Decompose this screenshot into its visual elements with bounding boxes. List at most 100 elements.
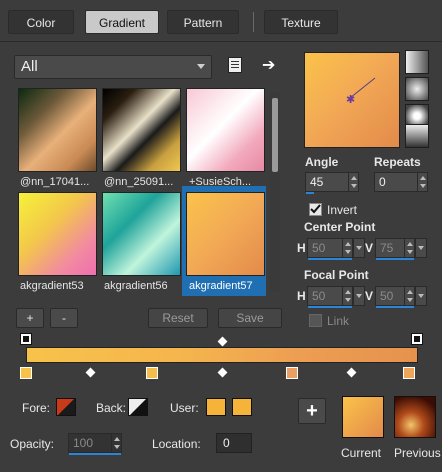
focal-v-dropdown[interactable] xyxy=(415,286,427,306)
back-label: Back: xyxy=(96,401,127,415)
location-label: Location: xyxy=(152,437,201,451)
center-h-label: H xyxy=(297,241,306,255)
location-field[interactable]: 0 xyxy=(216,433,252,453)
color-midpoint-marker[interactable] xyxy=(346,367,357,378)
tab-divider xyxy=(253,12,254,32)
gradient-thumb-3[interactable] xyxy=(186,88,265,172)
spinner-arrows-icon[interactable] xyxy=(404,239,414,257)
opacity-stop-end[interactable] xyxy=(411,333,423,345)
center-v-value: 75 xyxy=(380,241,394,255)
focal-v-value: 50 xyxy=(380,289,394,303)
focal-v-slider[interactable] xyxy=(376,306,414,308)
gradient-editor-bar[interactable] xyxy=(26,347,418,363)
color-stop[interactable] xyxy=(403,367,415,379)
center-h-dropdown[interactable] xyxy=(353,238,365,258)
center-v-dropdown[interactable] xyxy=(415,238,427,258)
repeats-label: Repeats xyxy=(374,155,421,169)
current-swatch xyxy=(342,396,384,438)
invert-checkbox[interactable] xyxy=(309,203,322,216)
center-h-slider[interactable] xyxy=(308,258,352,260)
previous-label: Previous xyxy=(394,446,441,460)
linear-shape-button[interactable] xyxy=(405,50,429,74)
focal-v-field[interactable]: 50 xyxy=(375,286,415,308)
center-v-label: V xyxy=(365,241,374,255)
gradient-thumb-1[interactable] xyxy=(18,88,97,172)
gradient-thumb-4[interactable] xyxy=(18,192,97,276)
angle-field[interactable]: 45 xyxy=(305,172,359,194)
link-checkbox[interactable] xyxy=(309,314,322,327)
gallery-scrollbar-thumb[interactable] xyxy=(272,98,278,172)
category-dropdown-value: All xyxy=(21,58,38,75)
color-stop[interactable] xyxy=(286,367,298,379)
tab-color[interactable]: Color xyxy=(8,10,74,34)
focal-h-slider[interactable] xyxy=(308,306,352,308)
previous-swatch xyxy=(394,396,436,438)
back-swatch[interactable] xyxy=(128,398,148,416)
center-h-value: 50 xyxy=(312,241,326,255)
opacity-label: Opacity: xyxy=(10,437,55,451)
reset-button[interactable]: Reset xyxy=(148,308,208,328)
checkmark-icon xyxy=(310,204,321,214)
fore-swatch[interactable] xyxy=(56,398,76,416)
save-button[interactable]: Save xyxy=(218,308,282,328)
spinner-arrows-icon[interactable] xyxy=(342,287,352,305)
focal-v-label: V xyxy=(365,289,374,303)
repeats-field[interactable]: 0 xyxy=(374,172,428,192)
current-label: Current xyxy=(341,446,382,460)
chevron-down-icon xyxy=(197,64,205,69)
center-h-field[interactable]: 50 xyxy=(307,238,353,260)
user-label: User: xyxy=(170,401,199,415)
center-v-field[interactable]: 75 xyxy=(375,238,415,260)
svg-text:✱: ✱ xyxy=(346,93,355,106)
fore-label: Fore: xyxy=(22,401,51,415)
invert-label: Invert xyxy=(327,203,358,217)
repeats-value: 0 xyxy=(379,175,386,189)
center-v-slider[interactable] xyxy=(376,258,414,260)
spinner-arrows-icon[interactable] xyxy=(342,239,352,257)
color-stop[interactable] xyxy=(20,367,32,379)
angle-slider-bar[interactable] xyxy=(306,192,314,194)
gradient-thumb-label: akgradient56 xyxy=(104,280,168,292)
radial-shape-button[interactable] xyxy=(405,124,429,148)
opacity-field[interactable]: 100 xyxy=(68,433,122,455)
gradient-thumb-label: akgradient57 xyxy=(189,280,253,292)
angle-value: 45 xyxy=(310,175,324,189)
remove-gradient-button[interactable]: - xyxy=(50,308,78,328)
spinner-arrows-icon[interactable] xyxy=(404,287,414,305)
angle-handle-icon: ✱ xyxy=(346,77,376,106)
opacity-stop-start[interactable] xyxy=(20,333,32,345)
tab-gradient[interactable]: Gradient xyxy=(85,10,159,34)
spinner-arrows-icon[interactable] xyxy=(348,173,358,191)
focal-point-label: Focal Point xyxy=(304,268,369,282)
spinner-arrows-icon[interactable] xyxy=(111,434,121,452)
tab-texture[interactable]: Texture xyxy=(264,10,338,34)
opacity-midpoint-marker[interactable] xyxy=(217,336,228,347)
color-midpoint-marker[interactable] xyxy=(217,367,228,378)
library-icon[interactable] xyxy=(228,57,242,73)
add-stop-button[interactable]: + xyxy=(298,398,326,424)
add-gradient-button[interactable]: + xyxy=(16,308,44,328)
user-swatch-2[interactable] xyxy=(232,398,252,416)
category-dropdown[interactable]: All xyxy=(14,55,212,79)
opacity-slider[interactable] xyxy=(69,453,121,455)
gradient-thumb-label: @nn_17041... xyxy=(20,176,90,188)
color-midpoint-marker[interactable] xyxy=(85,367,96,378)
spinner-arrows-icon[interactable] xyxy=(417,173,427,191)
focal-h-value: 50 xyxy=(312,289,326,303)
rectangular-shape-button[interactable] xyxy=(405,77,429,101)
arrow-right-icon[interactable]: ➔ xyxy=(262,55,275,75)
tab-pattern[interactable]: Pattern xyxy=(167,10,239,34)
gradient-thumb-5[interactable] xyxy=(102,192,181,276)
focal-h-dropdown[interactable] xyxy=(353,286,365,306)
color-stop[interactable] xyxy=(146,367,158,379)
focal-h-field[interactable]: 50 xyxy=(307,286,353,308)
gradient-preview[interactable]: ✱ xyxy=(304,52,400,148)
link-label: Link xyxy=(327,314,350,328)
user-swatch-1[interactable] xyxy=(206,398,226,416)
focal-h-label: H xyxy=(297,289,306,303)
angle-label: Angle xyxy=(305,155,339,169)
gradient-thumb-6[interactable] xyxy=(186,192,265,276)
center-point-label: Center Point xyxy=(304,220,376,234)
gradient-thumb-2[interactable] xyxy=(102,88,181,172)
gradient-thumb-label: @nn_25091... xyxy=(104,176,174,188)
